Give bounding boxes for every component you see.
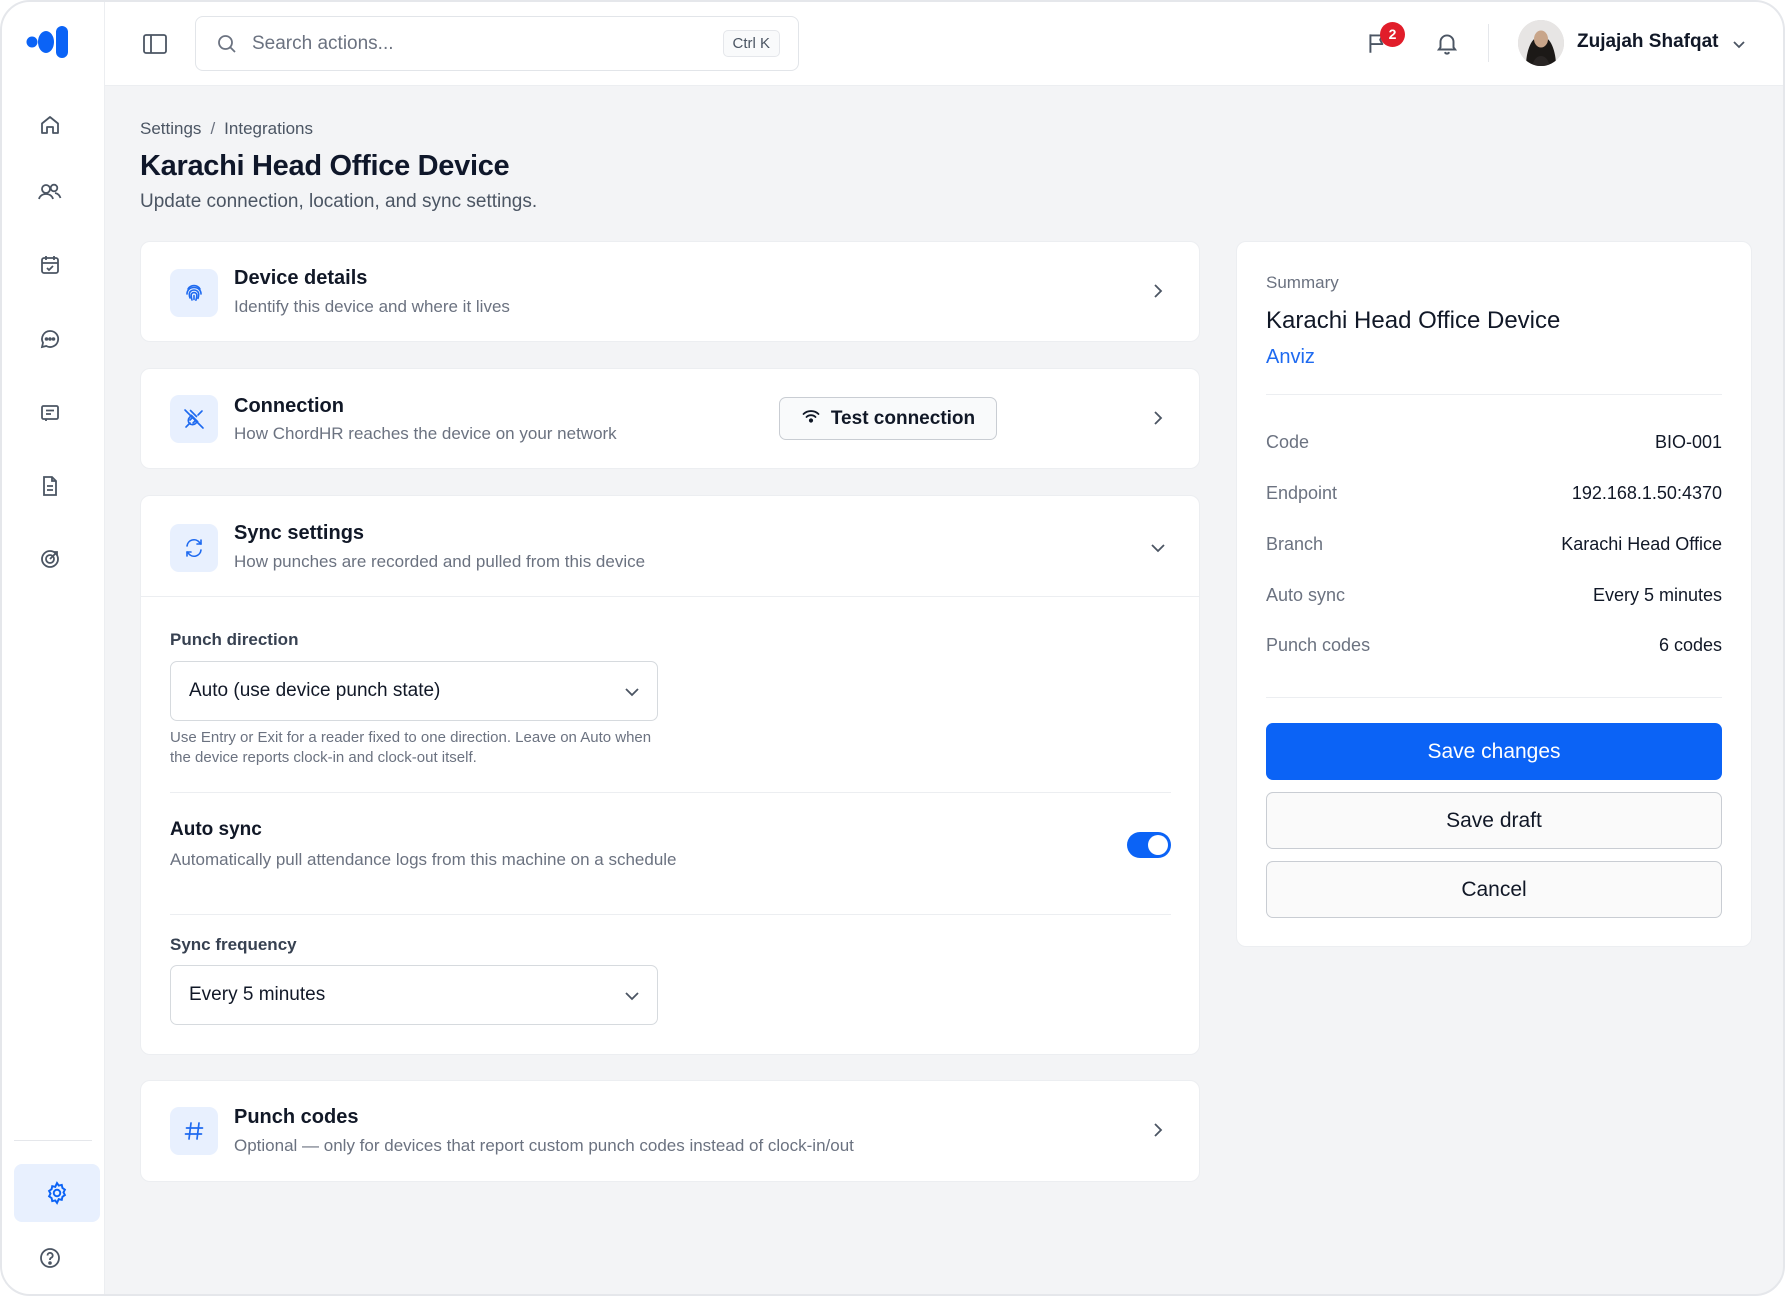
divider <box>170 792 1171 793</box>
chevron-right-icon[interactable] <box>1147 280 1169 302</box>
summary-value: 6 codes <box>1658 635 1722 655</box>
avatar[interactable] <box>1518 20 1564 66</box>
divider <box>170 914 1171 915</box>
test-connection-button[interactable]: Test connection <box>779 397 997 440</box>
settings-icon[interactable] <box>14 1164 100 1222</box>
chevron-down-icon[interactable] <box>1729 34 1749 54</box>
summary-value: BIO-001 <box>1654 432 1722 452</box>
summary-row-code: Code BIO-001 <box>1266 432 1722 458</box>
auto-sync-desc: Automatically pull attendance logs from … <box>170 850 677 869</box>
device-details-title: Device details <box>234 267 368 289</box>
sync-settings-title: Sync settings <box>234 522 365 544</box>
search-bar[interactable]: Ctrl K <box>195 16 799 71</box>
notification-badge: 2 <box>1380 22 1405 47</box>
calendar-check-icon[interactable] <box>28 243 72 287</box>
punch-codes-section[interactable]: Punch codes Optional — only for devices … <box>140 1080 1200 1182</box>
topbar: Ctrl K 2 Zujajah Shafqat <box>105 2 1783 86</box>
app-logo[interactable] <box>26 24 72 60</box>
sidebar-toggle-icon[interactable] <box>141 30 169 58</box>
chevron-down-icon <box>621 681 643 703</box>
summary-value: Every 5 minutes <box>1592 585 1722 605</box>
cancel-button[interactable]: Cancel <box>1266 861 1722 918</box>
summary-key: Auto sync <box>1266 585 1346 605</box>
summary-row-punch-codes: Punch codes 6 codes <box>1266 635 1722 661</box>
summary-row-endpoint: Endpoint 192.168.1.50:4370 <box>1266 483 1722 509</box>
summary-divider <box>1266 697 1722 698</box>
breadcrumb-integrations[interactable]: Integrations <box>224 119 313 138</box>
search-shortcut: Ctrl K <box>722 30 780 57</box>
summary-key: Code <box>1266 432 1310 452</box>
summary-panel: Summary Karachi Head Office Device Anviz… <box>1236 241 1752 947</box>
hash-icon <box>170 1107 218 1155</box>
summary-key: Branch <box>1266 534 1324 554</box>
breadcrumb-settings[interactable]: Settings <box>140 119 201 138</box>
sync-frequency-value: Every 5 minutes <box>189 984 326 1005</box>
sync-settings-header[interactable]: Sync settings How punches are recorded a… <box>141 496 1199 596</box>
summary-divider <box>1266 394 1722 395</box>
target-icon[interactable] <box>28 537 72 581</box>
summary-row-branch: Branch Karachi Head Office <box>1266 534 1722 560</box>
page-title: Karachi Head Office Device <box>140 150 510 182</box>
fingerprint-icon <box>170 269 218 317</box>
summary-vendor: Anviz <box>1266 346 1315 368</box>
connection-title: Connection <box>234 395 344 417</box>
sync-settings-desc: How punches are recorded and pulled from… <box>234 552 646 571</box>
users-icon[interactable] <box>28 170 72 214</box>
app-window: Ctrl K 2 Zujajah Shafqat Settings / Integr… <box>0 0 1785 1296</box>
search-icon <box>216 33 238 55</box>
auto-sync-toggle[interactable] <box>1127 832 1171 858</box>
plug-disconnected-icon <box>170 395 218 443</box>
sync-settings-section: Sync settings How punches are recorded a… <box>140 495 1200 1055</box>
punch-direction-label: Punch direction <box>170 630 299 649</box>
summary-key: Endpoint <box>1266 483 1338 503</box>
topbar-divider <box>1488 24 1489 62</box>
device-details-desc: Identify this device and where it lives <box>234 297 510 316</box>
auto-sync-title: Auto sync <box>170 819 262 840</box>
chevron-down-icon[interactable] <box>1147 537 1169 559</box>
breadcrumb: Settings / Integrations <box>140 119 313 139</box>
sync-frequency-label: Sync frequency <box>170 935 297 954</box>
save-draft-button[interactable]: Save draft <box>1266 792 1722 849</box>
test-connection-label: Test connection <box>830 407 976 429</box>
punch-direction-help: Use Entry or Exit for a reader fixed to … <box>170 729 652 766</box>
bell-icon[interactable] <box>1431 27 1463 59</box>
summary-row-auto-sync: Auto sync Every 5 minutes <box>1266 585 1722 611</box>
device-details-section[interactable]: Device details Identify this device and … <box>140 241 1200 342</box>
toggle-knob <box>1148 835 1168 855</box>
punch-direction-value: Auto (use device punch state) <box>189 680 441 701</box>
connection-desc: How ChordHR reaches the device on your n… <box>234 424 617 443</box>
chevron-right-icon[interactable] <box>1147 407 1169 429</box>
page-subtitle: Update connection, location, and sync se… <box>140 191 538 212</box>
wifi-icon <box>801 406 821 432</box>
document-icon[interactable] <box>28 464 72 508</box>
chevron-down-icon <box>621 985 643 1007</box>
home-icon[interactable] <box>28 103 72 147</box>
help-icon[interactable] <box>28 1236 72 1280</box>
punch-codes-title: Punch codes <box>234 1106 359 1128</box>
punch-codes-desc: Optional — only for devices that report … <box>234 1136 854 1155</box>
message-square-icon[interactable] <box>28 391 72 435</box>
search-input[interactable] <box>252 32 692 55</box>
summary-title: Karachi Head Office Device <box>1266 307 1561 334</box>
punch-direction-select[interactable]: Auto (use device punch state) <box>170 661 658 721</box>
refresh-icon <box>170 524 218 572</box>
sidebar-divider <box>14 1140 92 1141</box>
user-name[interactable]: Zujajah Shafqat <box>1577 31 1718 53</box>
sync-divider <box>141 596 1199 597</box>
summary-key: Punch codes <box>1266 635 1371 655</box>
summary-value: 192.168.1.50:4370 <box>1571 483 1722 503</box>
breadcrumb-separator: / <box>210 119 216 138</box>
chevron-right-icon[interactable] <box>1147 1119 1169 1141</box>
chat-icon[interactable] <box>28 317 72 361</box>
summary-value: Karachi Head Office <box>1561 534 1722 554</box>
save-changes-button[interactable]: Save changes <box>1266 723 1722 780</box>
sync-frequency-select[interactable]: Every 5 minutes <box>170 965 658 1025</box>
connection-section[interactable]: Connection How ChordHR reaches the devic… <box>140 368 1200 469</box>
sidebar <box>2 2 105 1294</box>
summary-label: Summary <box>1266 273 1339 292</box>
